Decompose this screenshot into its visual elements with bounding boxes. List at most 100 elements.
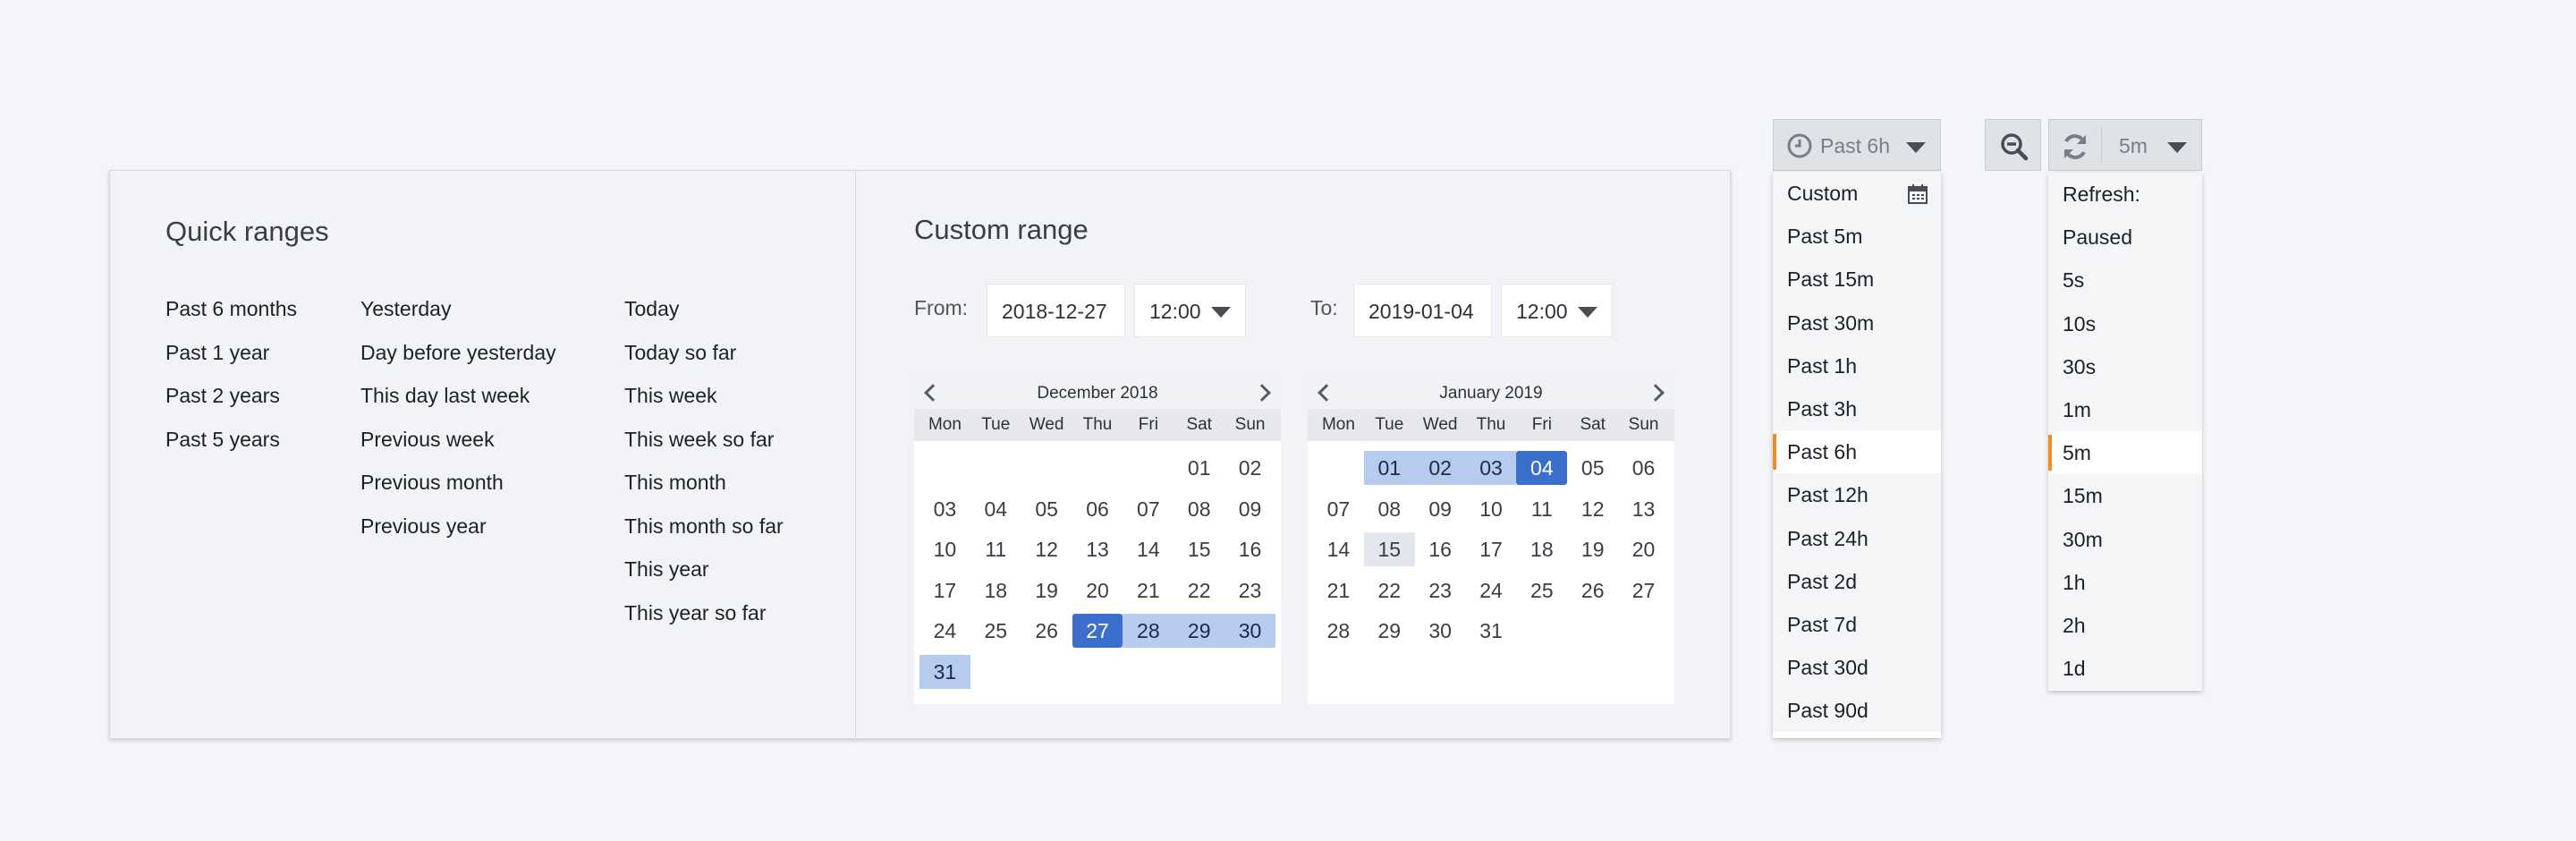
refresh-interval-option[interactable]: 5s <box>2048 259 2202 302</box>
time-range-option[interactable]: Past 90d <box>1773 689 1941 732</box>
calendar-day[interactable]: 23 <box>1415 573 1466 607</box>
calendar-day[interactable]: 18 <box>1516 532 1567 566</box>
calendar-day[interactable]: 07 <box>1123 492 1174 526</box>
quick-range-link[interactable]: Today <box>624 296 830 340</box>
calendar-day[interactable]: 15 <box>1363 532 1415 567</box>
refresh-button[interactable]: 5m <box>2048 119 2202 171</box>
from-date-input[interactable]: 2018-12-27 <box>987 284 1125 337</box>
calendar-day[interactable]: 24 <box>1466 573 1517 607</box>
time-range-option[interactable]: Past 12h <box>1773 473 1941 516</box>
calendar-day[interactable]: 11 <box>1516 492 1567 526</box>
calendar-day[interactable]: 01 <box>1174 451 1224 485</box>
calendar-day[interactable]: 27 <box>1072 614 1123 649</box>
calendar-day[interactable]: 10 <box>1466 492 1517 526</box>
quick-range-link[interactable]: Previous week <box>360 427 624 471</box>
quick-range-link[interactable]: This week so far <box>624 427 830 471</box>
menu-item-custom[interactable]: Custom <box>1773 172 1941 216</box>
calendar-day[interactable]: 07 <box>1313 492 1364 526</box>
calendar-day[interactable]: 20 <box>1618 532 1669 566</box>
quick-range-link[interactable]: Past 2 years <box>165 383 360 427</box>
calendar-day[interactable]: 19 <box>1021 573 1072 607</box>
calendar-day[interactable]: 28 <box>1123 614 1174 649</box>
calendar-day[interactable]: 08 <box>1174 492 1224 526</box>
calendar-day[interactable]: 29 <box>1174 614 1225 649</box>
calendar-day[interactable]: 31 <box>919 654 970 689</box>
calendar-day[interactable]: 05 <box>1567 451 1618 485</box>
calendar-day[interactable]: 24 <box>919 614 970 648</box>
quick-range-link[interactable]: This day last week <box>360 383 624 427</box>
calendar-day[interactable]: 11 <box>970 532 1021 566</box>
quick-range-link[interactable]: Past 1 year <box>165 340 360 384</box>
chevron-left-icon[interactable] <box>1318 384 1335 402</box>
quick-range-link[interactable]: This month <box>624 470 830 514</box>
quick-range-link[interactable]: This week <box>624 383 830 427</box>
calendar-day[interactable]: 02 <box>1224 451 1275 485</box>
calendar-day[interactable]: 14 <box>1313 532 1364 566</box>
calendar-day[interactable]: 10 <box>919 532 970 566</box>
calendar-day[interactable]: 12 <box>1021 532 1072 566</box>
calendar-day[interactable]: 17 <box>919 573 970 607</box>
calendar-day[interactable]: 13 <box>1618 492 1669 526</box>
calendar-day[interactable]: 14 <box>1123 532 1174 566</box>
calendar-day[interactable]: 16 <box>1415 532 1466 566</box>
calendar-day[interactable]: 05 <box>1021 492 1072 526</box>
refresh-interval-option[interactable]: 1m <box>2048 388 2202 431</box>
calendar-day[interactable]: 29 <box>1364 614 1415 648</box>
calendar-day[interactable]: 09 <box>1224 492 1275 526</box>
quick-range-link[interactable]: Previous month <box>360 470 624 514</box>
calendar-day[interactable]: 06 <box>1072 492 1123 526</box>
chevron-right-icon[interactable] <box>1647 384 1665 402</box>
refresh-interval-option[interactable]: 1h <box>2048 561 2202 604</box>
calendar-day[interactable]: 19 <box>1567 532 1618 566</box>
chevron-left-icon[interactable] <box>924 384 942 402</box>
calendar-day[interactable]: 12 <box>1567 492 1618 526</box>
time-range-option[interactable]: Past 3h <box>1773 387 1941 430</box>
time-range-option[interactable]: Past 5m <box>1773 215 1941 258</box>
quick-range-link[interactable]: This year <box>624 556 830 600</box>
calendar-day[interactable]: 21 <box>1313 573 1364 607</box>
refresh-interval-option[interactable]: 30s <box>2048 345 2202 388</box>
to-date-input[interactable]: 2019-01-04 <box>1353 284 1492 337</box>
refresh-interval-option[interactable]: 15m <box>2048 474 2202 517</box>
calendar-day[interactable]: 27 <box>1618 573 1669 607</box>
calendar-day[interactable]: 17 <box>1466 532 1517 566</box>
refresh-interval-option[interactable]: 5m <box>2048 431 2202 475</box>
time-range-option[interactable]: Past 1h <box>1773 344 1941 387</box>
time-range-option[interactable]: Past 6h <box>1773 430 1941 474</box>
from-time-select[interactable]: 12:00 <box>1134 284 1246 337</box>
refresh-interval-option[interactable]: 2h <box>2048 604 2202 647</box>
calendar-day[interactable]: 03 <box>919 492 970 526</box>
calendar-day[interactable]: 25 <box>970 614 1021 648</box>
refresh-interval-option[interactable]: Paused <box>2048 216 2202 259</box>
calendar-day[interactable]: 22 <box>1364 573 1415 607</box>
to-time-select[interactable]: 12:00 <box>1501 284 1613 337</box>
calendar-day[interactable]: 02 <box>1414 451 1466 485</box>
calendar-day[interactable]: 13 <box>1072 532 1123 566</box>
calendar-day[interactable]: 26 <box>1567 573 1618 607</box>
time-range-option[interactable]: Past 30d <box>1773 646 1941 689</box>
calendar-day[interactable]: 03 <box>1465 451 1517 485</box>
calendar-day[interactable]: 04 <box>1516 451 1568 485</box>
calendar-day[interactable]: 18 <box>970 573 1021 607</box>
refresh-interval-option[interactable]: 10s <box>2048 302 2202 345</box>
quick-range-link[interactable]: Today so far <box>624 340 830 384</box>
quick-range-link[interactable]: Day before yesterday <box>360 340 624 384</box>
calendar-day[interactable]: 08 <box>1364 492 1415 526</box>
zoom-out-button[interactable] <box>1985 119 2041 171</box>
calendar-day[interactable]: 23 <box>1224 573 1275 607</box>
refresh-interval-option[interactable]: 30m <box>2048 518 2202 561</box>
refresh-interval-option[interactable]: 1d <box>2048 647 2202 690</box>
quick-range-link[interactable]: Previous year <box>360 514 624 557</box>
quick-range-link[interactable]: Yesterday <box>360 296 624 340</box>
chevron-right-icon[interactable] <box>1253 384 1271 402</box>
quick-range-link[interactable]: Past 5 years <box>165 427 360 471</box>
calendar-day[interactable]: 09 <box>1415 492 1466 526</box>
calendar-day[interactable]: 16 <box>1224 532 1275 566</box>
calendar-day[interactable]: 15 <box>1174 532 1224 566</box>
calendar-day[interactable]: 31 <box>1466 614 1517 648</box>
calendar-day[interactable]: 22 <box>1174 573 1224 607</box>
calendar-day[interactable]: 06 <box>1618 451 1669 485</box>
quick-range-link[interactable]: Past 6 months <box>165 296 360 340</box>
calendar-day[interactable]: 04 <box>970 492 1021 526</box>
calendar-day[interactable]: 20 <box>1072 573 1123 607</box>
